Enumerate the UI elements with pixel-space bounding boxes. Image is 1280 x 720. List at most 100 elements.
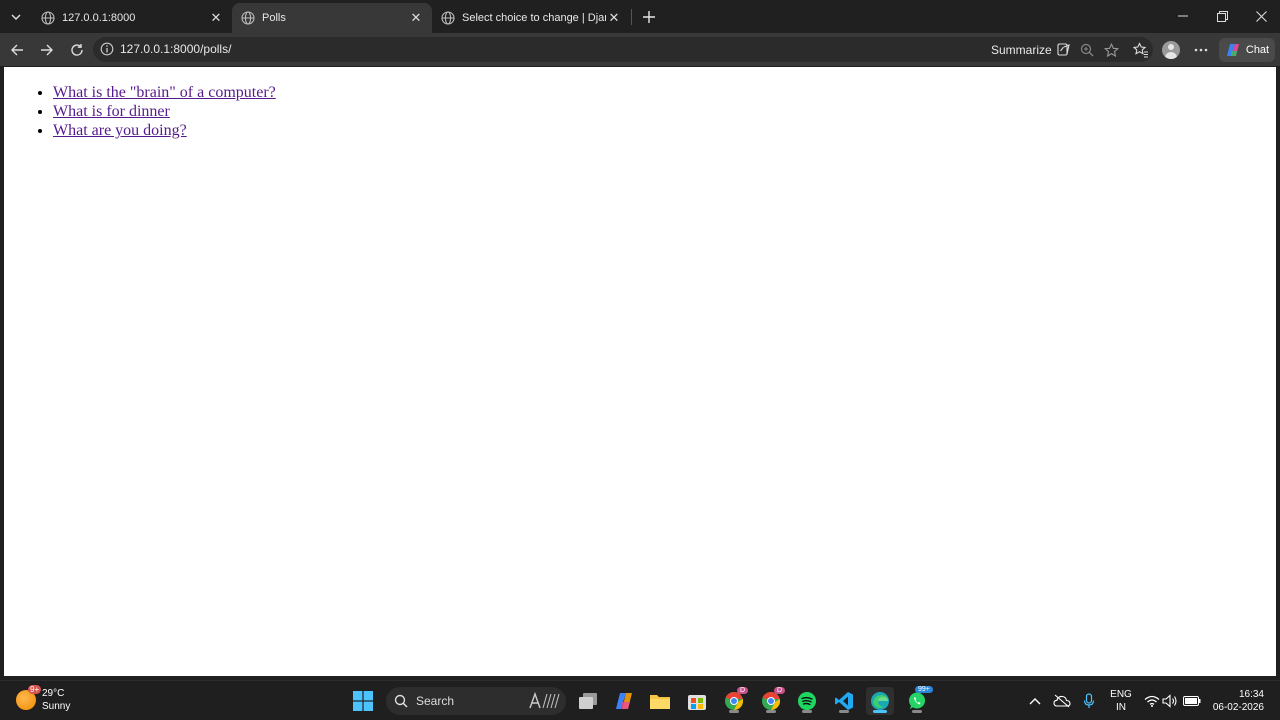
running-indicator — [729, 710, 739, 713]
favorites-icon — [1133, 42, 1148, 58]
minimize-icon — [1178, 15, 1188, 17]
plus-icon — [643, 11, 655, 23]
task-view-button[interactable] — [574, 687, 602, 715]
battery-tray-icon[interactable] — [1182, 691, 1202, 711]
arrow-right-icon — [41, 44, 53, 56]
store-icon — [688, 695, 706, 710]
speaker-icon — [1162, 694, 1177, 708]
volume-tray-icon[interactable] — [1160, 691, 1180, 711]
favorite-button[interactable] — [1101, 40, 1121, 60]
vscode-button[interactable] — [830, 687, 858, 715]
avatar — [1162, 41, 1180, 59]
site-info-icon[interactable] — [100, 42, 114, 56]
zoom-button[interactable] — [1077, 40, 1097, 60]
tab-actions-menu-button[interactable] — [4, 5, 28, 29]
minimize-button[interactable] — [1168, 5, 1198, 27]
chevron-down-icon — [11, 14, 21, 21]
tab-polls[interactable]: Polls ✕ — [232, 3, 432, 33]
cloud-off-icon — [1053, 694, 1071, 708]
profile-button[interactable] — [1160, 39, 1182, 61]
close-tab-icon[interactable]: ✕ — [606, 10, 622, 26]
windows-icon — [353, 691, 373, 711]
whatsapp-button[interactable]: 99+ — [903, 686, 933, 715]
polls-list: What is the "brain" of a computer? What … — [53, 83, 276, 140]
chrome-profile-button[interactable]: D — [757, 687, 786, 715]
tab-title: Polls — [262, 12, 286, 24]
chrome-profile-badge: D — [774, 687, 786, 694]
microphone-tray-icon[interactable] — [1079, 691, 1099, 711]
search-label: Search — [416, 694, 455, 708]
weather-temp: 29°C — [42, 688, 65, 699]
restore-icon — [1216, 10, 1228, 22]
wifi-tray-icon[interactable] — [1142, 691, 1162, 711]
copilot-taskbar-button[interactable] — [610, 687, 638, 715]
poll-list-item: What are you doing? — [53, 121, 276, 140]
clock-time: 16:34 — [1238, 689, 1264, 700]
address-url[interactable]: 127.0.0.1:8000/polls/ — [120, 42, 231, 56]
wifi-icon — [1144, 695, 1160, 707]
running-indicator — [766, 710, 776, 713]
globe-icon — [240, 10, 256, 26]
taskbar: 9+ 29°C Sunny Search D D 99+ ENG IN 16:3… — [0, 680, 1280, 720]
weather-widget[interactable]: 9+ 29°C Sunny — [16, 685, 71, 713]
poll-question-link[interactable]: What is for dinner — [53, 103, 170, 120]
taskbar-search[interactable]: Search — [386, 687, 566, 715]
favorites-button[interactable] — [1130, 39, 1152, 61]
tab-title: Select choice to change | Django s — [462, 12, 606, 24]
whatsapp-icon — [909, 692, 925, 709]
spotify-button[interactable] — [793, 687, 821, 715]
copilot-icon — [616, 693, 632, 709]
summarize-icon — [1057, 43, 1070, 56]
zoom-icon — [1080, 43, 1094, 57]
whatsapp-badge: 99+ — [915, 686, 933, 693]
running-indicator — [802, 710, 812, 713]
clock-date: 06-02-2026 — [1212, 702, 1264, 713]
battery-icon — [1183, 696, 1201, 706]
show-hidden-icons-button[interactable] — [1025, 691, 1045, 711]
new-tab-button[interactable] — [638, 6, 660, 28]
onedrive-tray-icon[interactable] — [1052, 691, 1072, 711]
summarize-button[interactable]: Summarize — [991, 42, 1071, 57]
close-tab-icon[interactable]: ✕ — [208, 10, 224, 26]
language-code: ENG — [1110, 689, 1132, 700]
chrome-button[interactable]: D — [720, 687, 749, 715]
input-language[interactable]: ENG IN — [1108, 688, 1134, 714]
browser-toolbar: 127.0.0.1:8000/polls/ Summarize Chat — [0, 33, 1280, 66]
microphone-icon — [1083, 693, 1095, 708]
close-window-button[interactable] — [1246, 5, 1276, 27]
tab-django-admin[interactable]: Select choice to change | Django s ✕ — [432, 3, 630, 33]
store-button[interactable] — [683, 687, 711, 715]
address-bar[interactable]: 127.0.0.1:8000/polls/ Summarize — [93, 37, 1153, 62]
copilot-chat-button[interactable]: Chat — [1219, 38, 1275, 62]
copilot-icon — [1226, 44, 1239, 56]
forward-button[interactable] — [36, 39, 58, 61]
start-button[interactable] — [349, 687, 377, 715]
chrome-badge: D — [737, 687, 749, 694]
running-indicator — [912, 710, 922, 713]
weather-condition: Sunny — [42, 701, 71, 712]
chat-label: Chat — [1245, 44, 1270, 56]
star-icon — [1103, 42, 1119, 57]
restore-button[interactable] — [1207, 5, 1237, 27]
file-explorer-button[interactable] — [646, 687, 674, 715]
poll-list-item: What is for dinner — [53, 102, 276, 121]
refresh-button[interactable] — [66, 39, 88, 61]
poll-list-item: What is the "brain" of a computer? — [53, 83, 276, 102]
title-bar: 127.0.0.1:8000 ✕ Polls ✕ Select choice t… — [0, 0, 1280, 33]
task-view-icon — [579, 693, 597, 709]
poll-question-link[interactable]: What are you doing? — [53, 122, 187, 139]
poll-question-link[interactable]: What is the "brain" of a computer? — [53, 84, 276, 101]
globe-icon — [40, 10, 56, 26]
sun-icon: 9+ — [16, 685, 42, 710]
back-button[interactable] — [6, 39, 28, 61]
close-tab-icon[interactable]: ✕ — [408, 10, 424, 26]
page-viewport: What is the "brain" of a computer? What … — [4, 67, 1276, 676]
chrome-icon — [762, 691, 781, 711]
search-icon — [394, 694, 408, 708]
close-icon — [1255, 10, 1267, 22]
settings-menu-button[interactable] — [1190, 39, 1212, 61]
more-icon — [1194, 48, 1208, 52]
tab-localhost[interactable]: 127.0.0.1:8000 ✕ — [32, 3, 232, 33]
system-clock[interactable]: 16:34 06-02-2026 — [1204, 688, 1264, 714]
region-code: IN — [1116, 702, 1126, 713]
